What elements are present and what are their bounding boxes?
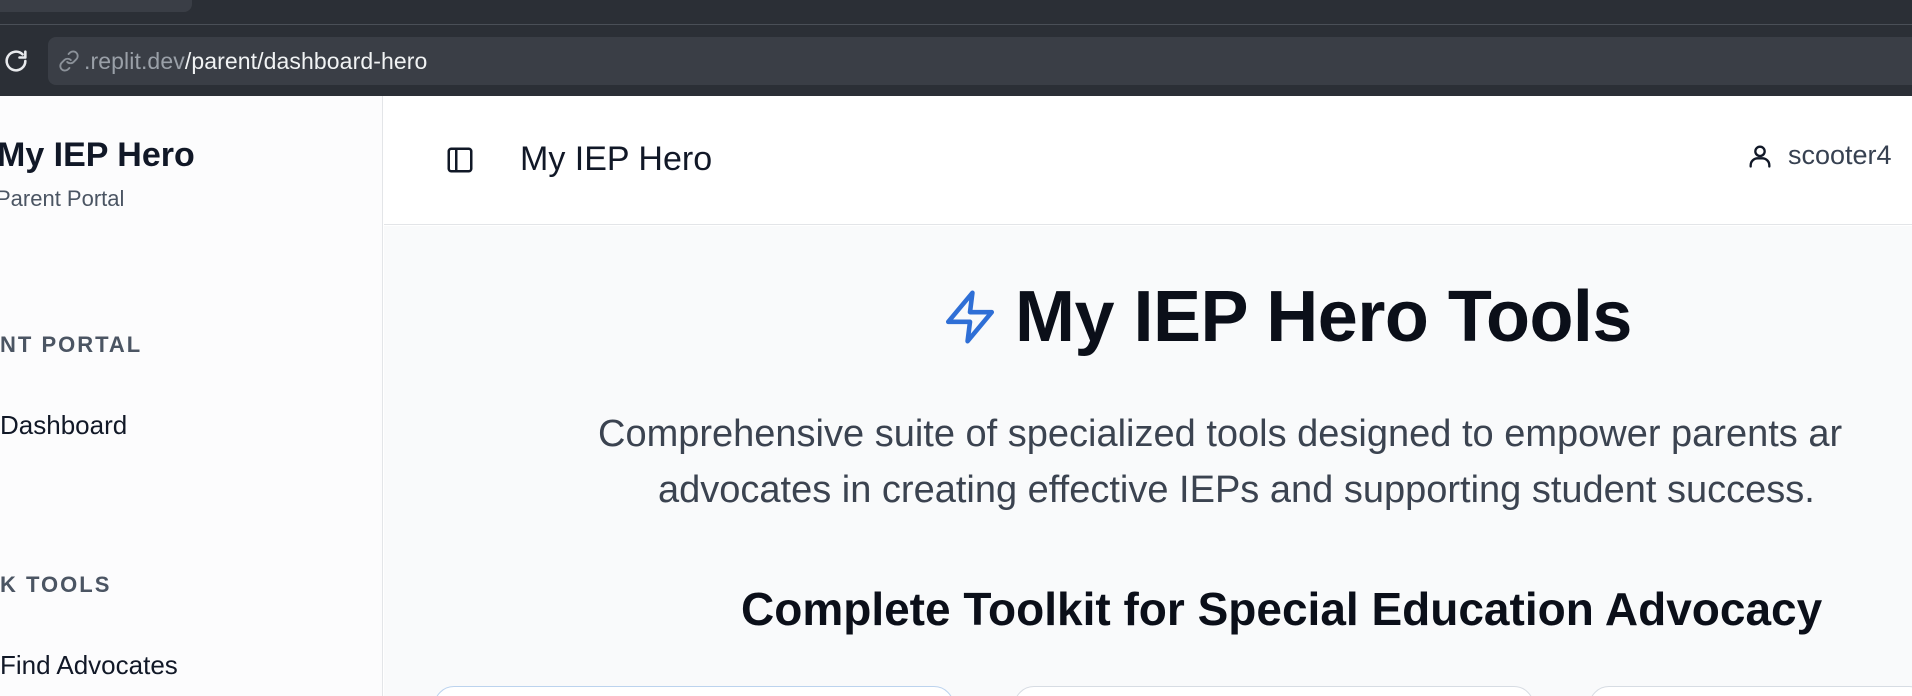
user-icon: [1746, 141, 1774, 171]
hero-description-line-2: advocates in creating effective IEPs and…: [658, 469, 1815, 511]
sidebar-section-tools: K TOOLS: [0, 572, 112, 597]
sidebar-item-dashboard[interactable]: Dashboard: [0, 410, 127, 441]
lightning-bolt-icon: [941, 286, 999, 348]
address-bar[interactable]: .replit.dev/parent/dashboard-hero: [48, 37, 1912, 85]
user-name: scooter4: [1788, 140, 1892, 170]
main-header: My IEP Hero scooter4: [384, 96, 1912, 225]
sidebar-brand-subtitle: Parent Portal: [0, 186, 125, 211]
user-menu[interactable]: scooter4: [1746, 140, 1892, 171]
sidebar-section-portal: NT PORTAL: [0, 332, 143, 357]
browser-tab-strip: [0, 0, 1912, 25]
tool-card[interactable]: [1014, 686, 1534, 696]
hero-title-text: My IEP Hero Tools: [1015, 277, 1632, 357]
tool-card[interactable]: [434, 686, 954, 696]
url-path: /parent/dashboard-hero: [184, 47, 428, 74]
url-domain: .replit.dev: [84, 47, 185, 74]
hero-title: My IEP Hero Tools: [941, 276, 1632, 358]
sidebar-brand-title: My IEP Hero: [0, 136, 195, 174]
browser-toolbar: .replit.dev/parent/dashboard-hero: [0, 25, 1912, 96]
link-icon: [58, 50, 80, 72]
url-text: .replit.dev/parent/dashboard-hero: [84, 48, 427, 75]
sidebar-panel-icon[interactable]: [444, 144, 476, 176]
toolkit-heading: Complete Toolkit for Special Education A…: [741, 583, 1823, 635]
main-content: My IEP Hero Tools Comprehensive suite of…: [384, 226, 1912, 696]
sidebar-item-find-advocates[interactable]: Find Advocates: [0, 650, 178, 681]
browser-tab[interactable]: [0, 0, 192, 12]
hero-description-line-1: Comprehensive suite of specialized tools…: [598, 413, 1843, 455]
header-title: My IEP Hero: [520, 140, 713, 178]
sidebar: My IEP Hero Parent Portal NT PORTAL Dash…: [0, 96, 383, 696]
tool-card[interactable]: [1589, 686, 1912, 696]
reload-icon[interactable]: [0, 45, 32, 77]
